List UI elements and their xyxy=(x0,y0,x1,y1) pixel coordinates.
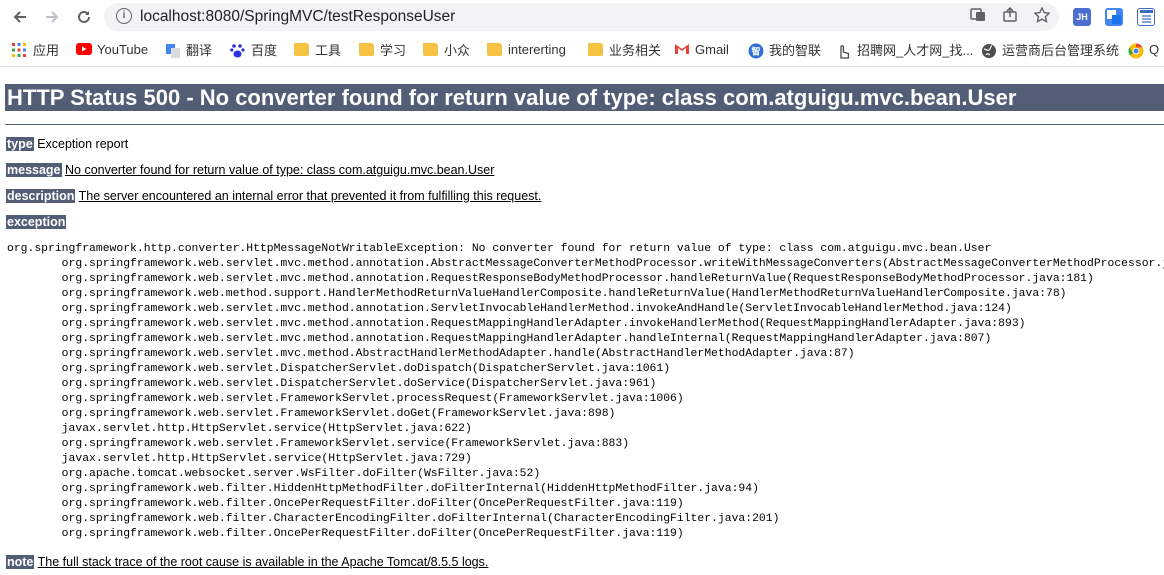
stack-trace-line: javax.servlet.http.HttpServlet.service(H… xyxy=(7,453,472,465)
stack-trace-line: org.springframework.http.converter.HttpM… xyxy=(7,243,992,255)
stack-trace-line: org.springframework.web.servlet.Dispatch… xyxy=(7,378,657,390)
bookmark-label: Gmail xyxy=(695,41,729,57)
stack-trace-line: org.apache.tomcat.websocket.server.WsFil… xyxy=(7,468,541,480)
stack-trace-line: org.springframework.web.method.support.H… xyxy=(7,288,1067,300)
folder-icon xyxy=(588,42,603,56)
bookmark-folder-niche[interactable]: 小众 xyxy=(423,40,470,58)
error-title: HTTP Status 500 - No converter found for… xyxy=(7,85,1017,110)
svg-text:智: 智 xyxy=(751,45,760,56)
bookmark-recruit[interactable]: 招聘网_人才网_找... xyxy=(836,40,974,59)
chrome-icon xyxy=(1128,43,1144,58)
bookmark-zhilian[interactable]: 智 我的智联 xyxy=(748,40,821,58)
title-divider xyxy=(5,124,1164,125)
stack-trace-line: org.springframework.web.servlet.Dispatch… xyxy=(7,363,671,375)
stack-trace-line: org.springframework.web.servlet.Framewor… xyxy=(7,408,616,420)
stack-trace-line: org.springframework.web.filter.OncePerRe… xyxy=(7,498,684,510)
exception-row: exception xyxy=(6,215,67,229)
description-row: description The server encountered an in… xyxy=(6,189,541,203)
address-bar[interactable]: i localhost:8080/SpringMVC/testResponseU… xyxy=(104,3,1059,31)
description-value: The server encountered an internal error… xyxy=(78,189,542,203)
bookmark-label: 工具 xyxy=(315,42,342,58)
stack-trace: org.springframework.http.converter.HttpM… xyxy=(7,242,1164,542)
bookmark-apps[interactable]: 应用 xyxy=(12,40,59,58)
bookmark-label: intererting xyxy=(508,41,566,57)
translate-extension-icon[interactable] xyxy=(1105,8,1123,26)
baidu-icon xyxy=(230,43,245,57)
url-text[interactable]: localhost:8080/SpringMVC/testResponseUse… xyxy=(140,8,455,26)
stack-trace-line: org.springframework.web.servlet.mvc.meth… xyxy=(7,333,992,345)
bookmark-label: 我的智联 xyxy=(769,42,822,58)
reload-icon[interactable] xyxy=(72,5,96,29)
reader-extension-icon[interactable] xyxy=(1137,8,1155,26)
message-label: message xyxy=(6,163,62,177)
bookmark-label: 学习 xyxy=(380,42,407,58)
bookmark-chrome-q[interactable]: Q xyxy=(1128,40,1159,58)
bookmark-operator-admin[interactable]: 运营商后台管理系统 xyxy=(981,40,1119,58)
bookmark-folder-business[interactable]: 业务相关 xyxy=(588,40,661,58)
bookmark-folder-interesting[interactable]: intererting xyxy=(487,40,566,58)
forward-arrow-icon[interactable] xyxy=(40,5,64,29)
youtube-icon xyxy=(76,42,92,56)
note-row: note The full stack trace of the root ca… xyxy=(6,555,488,569)
toolbar-divider xyxy=(0,66,1164,67)
hand-icon xyxy=(836,43,851,59)
apps-icon xyxy=(12,42,27,57)
bookmark-label: 业务相关 xyxy=(609,42,662,58)
stack-trace-line: org.springframework.web.filter.Character… xyxy=(7,513,780,525)
type-value: Exception report xyxy=(37,137,129,151)
back-arrow-icon[interactable] xyxy=(8,5,32,29)
type-row: type Exception report xyxy=(6,137,128,151)
stack-trace-line: org.springframework.web.servlet.Framewor… xyxy=(7,438,630,450)
stack-trace-line: org.springframework.web.servlet.mvc.meth… xyxy=(7,303,1012,315)
globe-icon xyxy=(981,43,996,58)
stack-trace-line: org.springframework.web.servlet.mvc.meth… xyxy=(7,318,1026,330)
bookmark-label: 翻译 xyxy=(186,42,213,58)
message-value: No converter found for return value of t… xyxy=(65,163,495,177)
message-row: message No converter found for return va… xyxy=(6,163,494,177)
stack-trace-line: org.springframework.web.servlet.Framewor… xyxy=(7,393,684,405)
bookmark-star-icon[interactable] xyxy=(1032,6,1052,27)
bookmark-baidu[interactable]: 百度 xyxy=(230,40,277,58)
bookmark-folder-tools[interactable]: 工具 xyxy=(294,40,341,58)
stack-trace-line: org.springframework.web.servlet.mvc.meth… xyxy=(7,273,1094,285)
gmail-icon xyxy=(674,43,689,56)
bookmark-label: 小众 xyxy=(444,42,471,58)
bookmark-label: 应用 xyxy=(33,42,60,58)
bookmark-gmail[interactable]: Gmail xyxy=(674,40,729,58)
folder-icon xyxy=(359,42,374,56)
note-label: note xyxy=(6,555,35,569)
bookmark-label: Q xyxy=(1149,41,1160,57)
browser-toolbar: i localhost:8080/SpringMVC/testResponseU… xyxy=(0,0,1164,34)
stack-trace-line: org.springframework.web.servlet.mvc.meth… xyxy=(7,258,1164,270)
stack-trace-line: javax.servlet.http.HttpServlet.service(H… xyxy=(7,423,472,435)
bookmark-translate[interactable]: 翻译 xyxy=(165,40,212,58)
bookmark-label: YouTube xyxy=(97,41,149,57)
stack-trace-line: org.springframework.web.filter.HiddenHtt… xyxy=(7,483,759,495)
bookmark-label: 百度 xyxy=(251,42,278,58)
bookmarks-bar: 应用 YouTube 翻译 百度 工具 学习 小众 intererting 业务… xyxy=(0,36,1164,62)
note-value: The full stack trace of the root cause i… xyxy=(37,555,489,569)
jh-extension-icon[interactable]: JH xyxy=(1073,8,1091,26)
folder-icon xyxy=(294,42,309,56)
exception-label: exception xyxy=(6,215,67,229)
bookmark-youtube[interactable]: YouTube xyxy=(76,40,148,58)
bookmark-label: 运营商后台管理系统 xyxy=(1002,42,1120,58)
description-label: description xyxy=(6,189,76,203)
site-info-icon[interactable]: i xyxy=(116,8,132,24)
share-icon[interactable] xyxy=(1000,6,1020,27)
bookmark-label: 招聘网_人才网_找... xyxy=(857,42,974,58)
folder-icon xyxy=(487,42,502,56)
bookmark-folder-study[interactable]: 学习 xyxy=(359,40,406,58)
folder-icon xyxy=(423,42,438,56)
type-label: type xyxy=(6,137,34,151)
translate-icon xyxy=(165,43,180,58)
translate-page-icon[interactable] xyxy=(968,7,988,27)
stack-trace-line: org.springframework.web.filter.OncePerRe… xyxy=(7,528,684,540)
zhilian-icon: 智 xyxy=(748,43,764,58)
stack-trace-line: org.springframework.web.servlet.mvc.meth… xyxy=(7,348,855,360)
